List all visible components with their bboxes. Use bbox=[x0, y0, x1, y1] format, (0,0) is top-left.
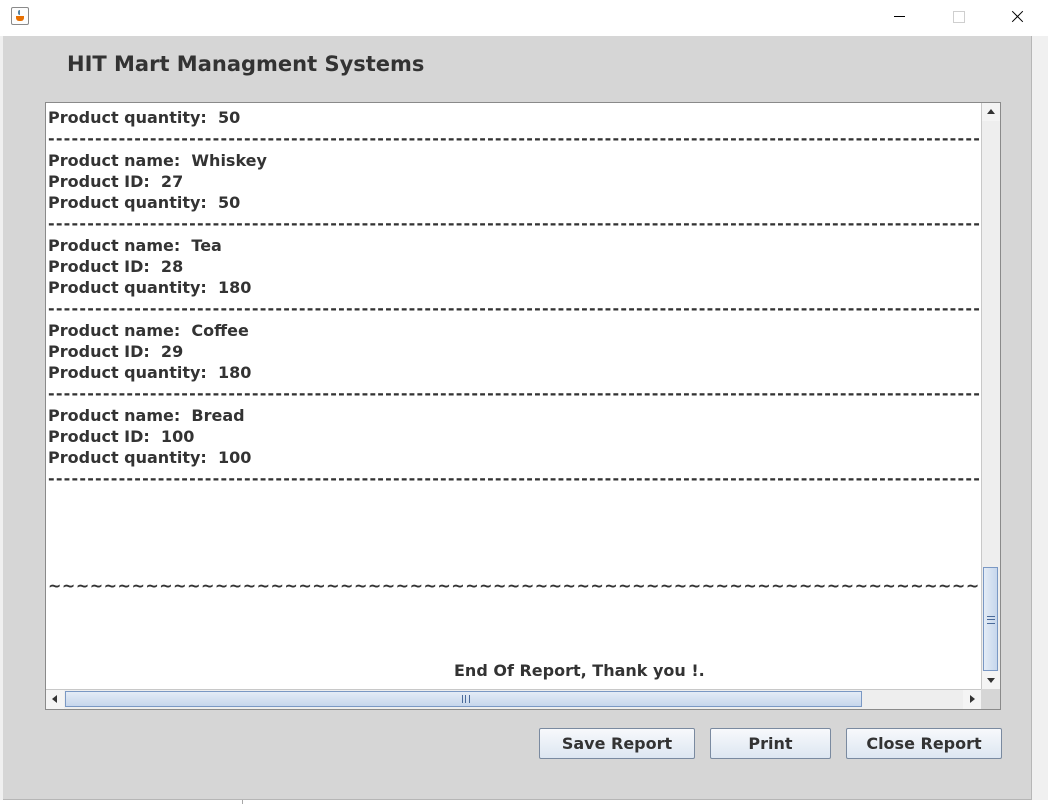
report-line: Product ID: 28 bbox=[48, 257, 184, 276]
maximize-button[interactable] bbox=[935, 0, 981, 33]
vertical-scrollbar[interactable] bbox=[981, 103, 1000, 689]
scroll-right-arrow-icon[interactable] bbox=[963, 690, 981, 709]
horizontal-scroll-thumb[interactable] bbox=[65, 691, 862, 707]
report-viewport: Product ID: 26Product quantity: 50------… bbox=[46, 103, 981, 689]
window-bottom-edge bbox=[0, 800, 1048, 804]
print-button[interactable]: Print bbox=[710, 728, 831, 759]
scroll-corner bbox=[981, 689, 1000, 709]
main-window: HIT Mart Managment Systems Product ID: 2… bbox=[3, 36, 1032, 800]
report-line: Product quantity: 100 bbox=[48, 448, 252, 467]
report-line: Product ID: 29 bbox=[48, 342, 184, 361]
report-tilde-divider: ~~~~~~~~~~~~~~~~~~~~~~~~~~~~~~~~~~~~~~~~… bbox=[48, 576, 981, 595]
close-report-button[interactable]: Close Report bbox=[846, 728, 1002, 759]
window-titlebar bbox=[0, 0, 1048, 36]
report-separator: ----------------------------------------… bbox=[48, 214, 981, 233]
report-separator: ----------------------------------------… bbox=[48, 384, 981, 403]
report-text-area[interactable]: Product ID: 26Product quantity: 50------… bbox=[48, 103, 981, 681]
report-line: Product quantity: 180 bbox=[48, 278, 252, 297]
report-line: Product quantity: 180 bbox=[48, 363, 252, 382]
report-line: Product ID: 27 bbox=[48, 172, 184, 191]
report-blank-space bbox=[48, 596, 981, 660]
vertical-scroll-track[interactable] bbox=[982, 121, 1000, 671]
close-window-button[interactable] bbox=[993, 0, 1039, 33]
horizontal-scrollbar[interactable] bbox=[46, 689, 981, 709]
scroll-down-arrow-icon[interactable] bbox=[982, 671, 1000, 689]
scroll-left-arrow-icon[interactable] bbox=[46, 690, 64, 709]
save-report-button[interactable]: Save Report bbox=[539, 728, 695, 759]
report-separator: ----------------------------------------… bbox=[48, 299, 981, 318]
report-line: Product name: Coffee bbox=[48, 321, 249, 340]
report-line: Product name: Tea bbox=[48, 236, 222, 255]
report-scroll-pane[interactable]: Product ID: 26Product quantity: 50------… bbox=[45, 102, 1001, 710]
report-separator: ----------------------------------------… bbox=[48, 129, 981, 148]
report-line: Product name: Bread bbox=[48, 406, 245, 425]
report-line: Product quantity: 50 bbox=[48, 193, 241, 212]
report-separator: ----------------------------------------… bbox=[48, 469, 981, 488]
java-cup-icon[interactable] bbox=[11, 7, 29, 25]
report-end-message: End Of Report, Thank you !. bbox=[454, 661, 705, 680]
app-title: HIT Mart Managment Systems bbox=[67, 52, 425, 76]
vertical-scroll-thumb[interactable] bbox=[983, 567, 998, 671]
scroll-up-arrow-icon[interactable] bbox=[982, 103, 1000, 121]
report-line: Product ID: 100 bbox=[48, 427, 195, 446]
report-line: Product quantity: 50 bbox=[48, 108, 241, 127]
report-line: Product name: Whiskey bbox=[48, 151, 267, 170]
minimize-button[interactable] bbox=[877, 0, 923, 33]
report-blank-space bbox=[48, 490, 981, 575]
